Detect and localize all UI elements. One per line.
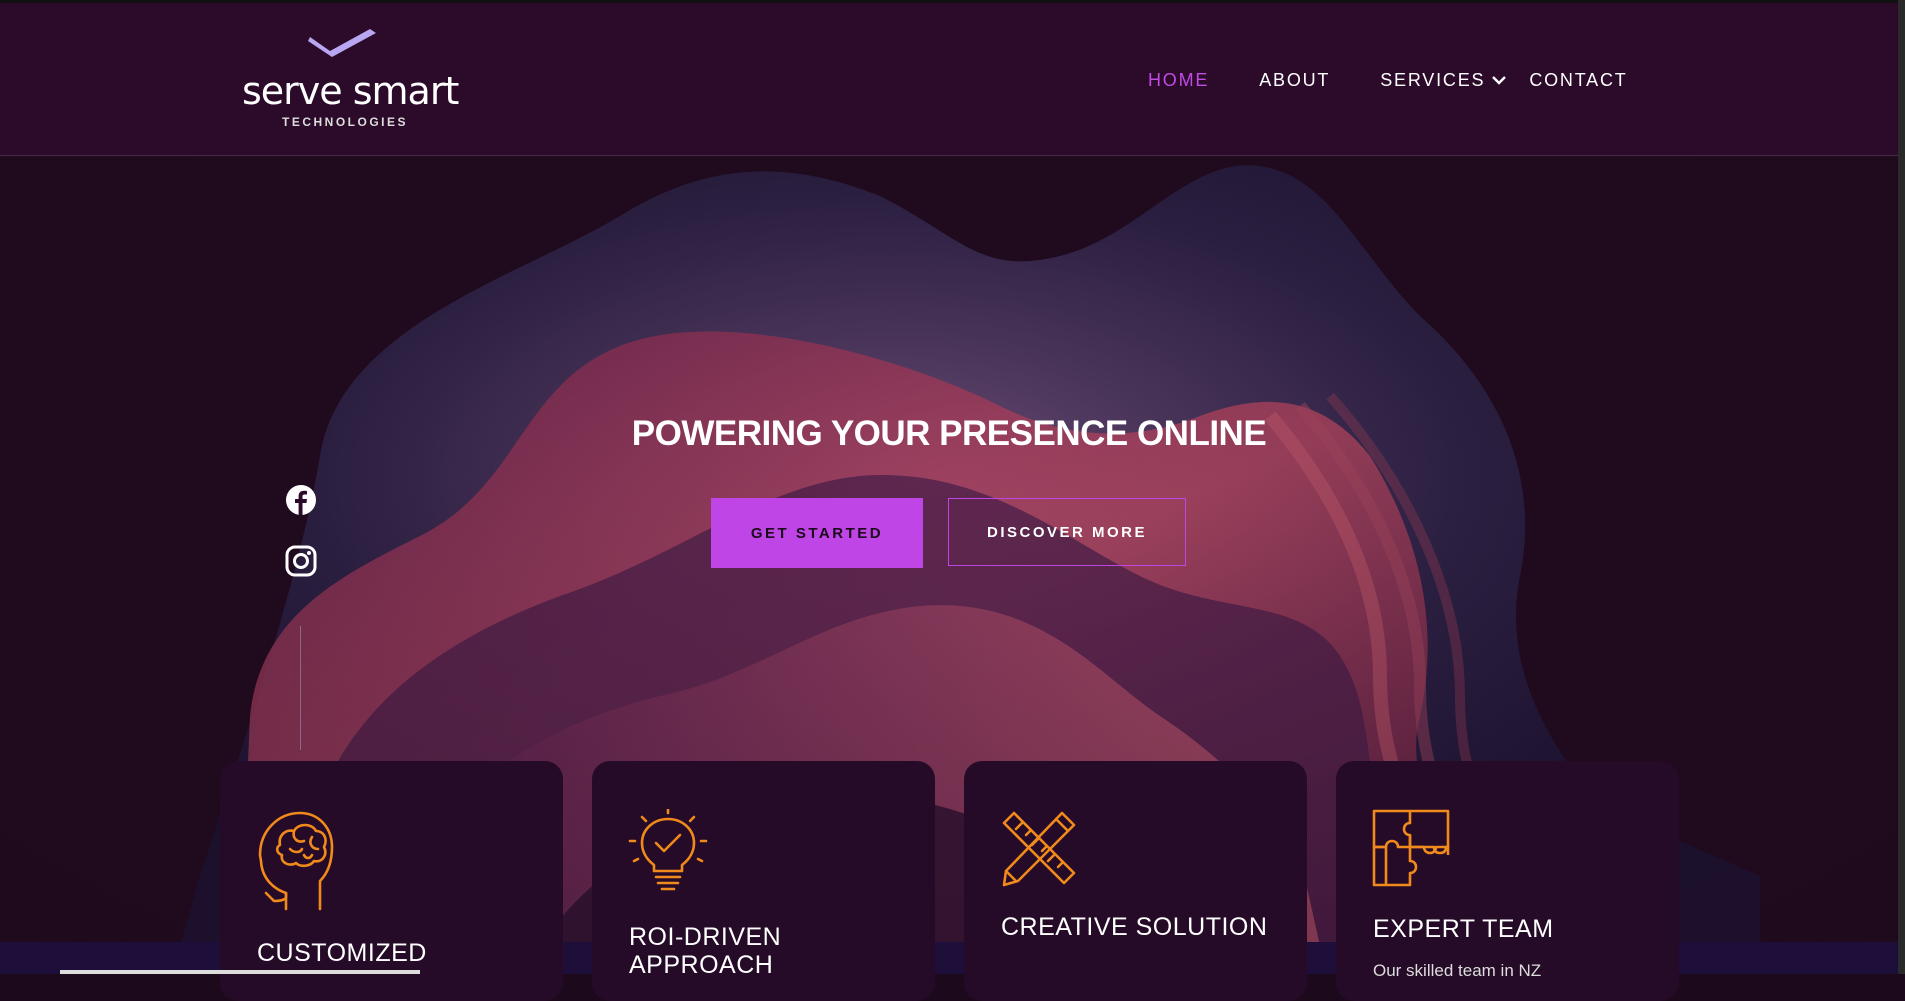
main-nav: HOME ABOUT SERVICES CONTACT — [1148, 65, 1678, 95]
logo-tagline: TECHNOLOGIES — [282, 115, 409, 129]
chevron-down-icon — [1492, 76, 1507, 85]
nav-services[interactable]: SERVICES — [1380, 70, 1507, 91]
discover-more-button[interactable]: DISCOVER MORE — [948, 498, 1186, 566]
instagram-icon[interactable] — [285, 545, 317, 577]
get-started-button[interactable]: GET STARTED — [711, 498, 923, 568]
feature-card-customized: CUSTOMIZED — [220, 761, 563, 1001]
feature-card-expert-team: EXPERT TEAM Our skilled team in NZ — [1336, 761, 1679, 1001]
site-header: serve smart TECHNOLOGIES HOME ABOUT SERV… — [0, 3, 1898, 156]
feature-card-roi-driven: ROI-DRIVEN APPROACH — [592, 761, 935, 1001]
card-title: CREATIVE SOLUTION — [1001, 913, 1268, 941]
checkmark-logo-icon — [308, 29, 376, 57]
nav-about[interactable]: ABOUT — [1259, 70, 1330, 91]
facebook-icon[interactable] — [285, 484, 317, 516]
hero-title: POWERING YOUR PRESENCE ONLINE — [631, 414, 1267, 453]
nav-about-label: ABOUT — [1259, 69, 1331, 90]
nav-home[interactable]: HOME — [1148, 70, 1209, 91]
logo[interactable]: serve smart TECHNOLOGIES — [240, 27, 459, 131]
card-title: ROI-DRIVEN APPROACH — [629, 923, 782, 979]
card-title: CUSTOMIZED — [257, 939, 427, 967]
vertical-scrollbar[interactable] — [1898, 0, 1905, 974]
feature-card-creative-solution: CREATIVE SOLUTION — [964, 761, 1307, 1001]
logo-wordmark: serve smart — [242, 69, 459, 113]
nav-contact[interactable]: CONTACT — [1529, 70, 1627, 91]
card-description: Our skilled team in NZ — [1373, 961, 1542, 980]
puzzle-icon — [1372, 809, 1450, 887]
scrollbar-thumb[interactable] — [1898, 0, 1905, 974]
brain-head-icon — [258, 811, 334, 911]
social-divider-line — [300, 626, 301, 750]
nav-home-label: HOME — [1148, 69, 1210, 90]
lightbulb-check-icon — [628, 809, 708, 891]
nav-services-label: SERVICES — [1380, 69, 1486, 90]
horizontal-scroll-indicator — [60, 970, 420, 974]
nav-contact-label: CONTACT — [1529, 69, 1628, 90]
pencil-ruler-icon — [1002, 811, 1076, 887]
card-title: EXPERT TEAM — [1373, 915, 1554, 943]
